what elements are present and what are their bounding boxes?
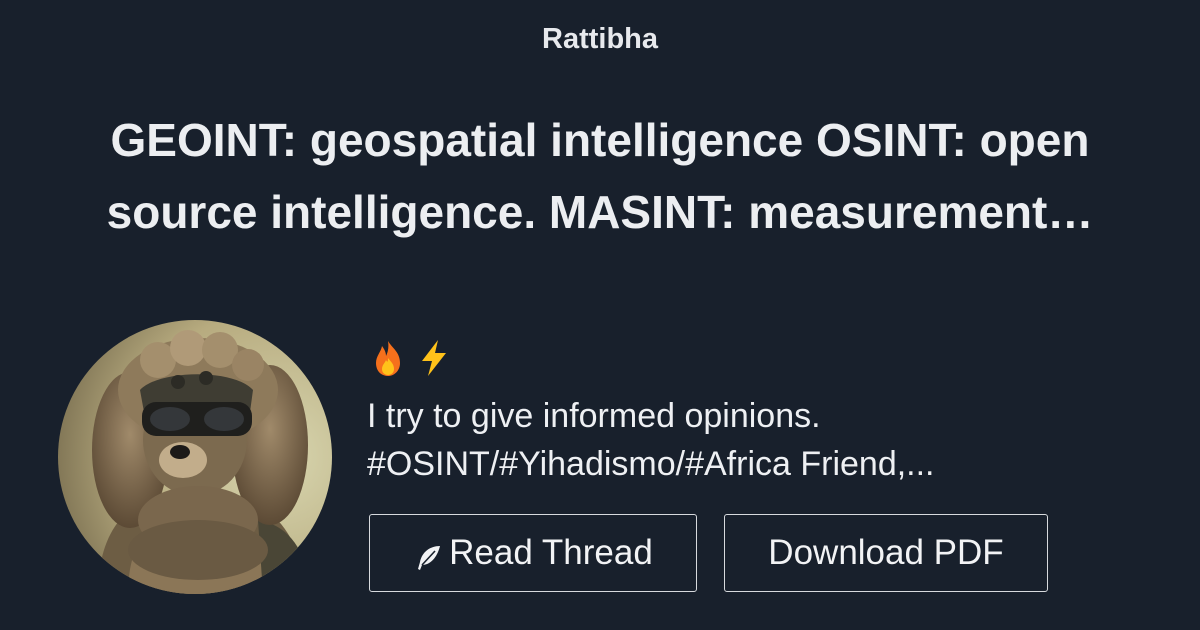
- share-card: Rattibha GEOINT: geospatial intelligence…: [0, 0, 1200, 630]
- thread-title-line-2: source intelligence. MASINT: measurement…: [106, 186, 1094, 238]
- read-thread-label: Read Thread: [449, 533, 653, 572]
- bio-line-1: I try to give informed opinions.: [367, 397, 821, 435]
- read-thread-button[interactable]: Read Thread: [369, 514, 697, 592]
- author-emoji-row: [368, 336, 454, 380]
- author-bio: I try to give informed opinions. #OSINT/…: [367, 392, 1067, 488]
- thread-title: GEOINT: geospatial intelligence OSINT: o…: [70, 104, 1130, 248]
- fire-emoji: [376, 341, 400, 376]
- bio-line-2: #OSINT/#Yihadismo/#Africa Friend,...: [367, 445, 935, 483]
- avatar-dog-picture: [58, 320, 332, 594]
- author-avatar: [58, 320, 332, 594]
- download-pdf-button[interactable]: Download PDF: [724, 514, 1048, 592]
- lightning-emoji: [422, 340, 446, 376]
- site-name: Rattibha: [542, 23, 658, 55]
- thread-title-line-1: GEOINT: geospatial intelligence OSINT: o…: [110, 114, 1090, 166]
- feather-icon: [413, 542, 443, 572]
- download-pdf-label: Download PDF: [768, 533, 1004, 572]
